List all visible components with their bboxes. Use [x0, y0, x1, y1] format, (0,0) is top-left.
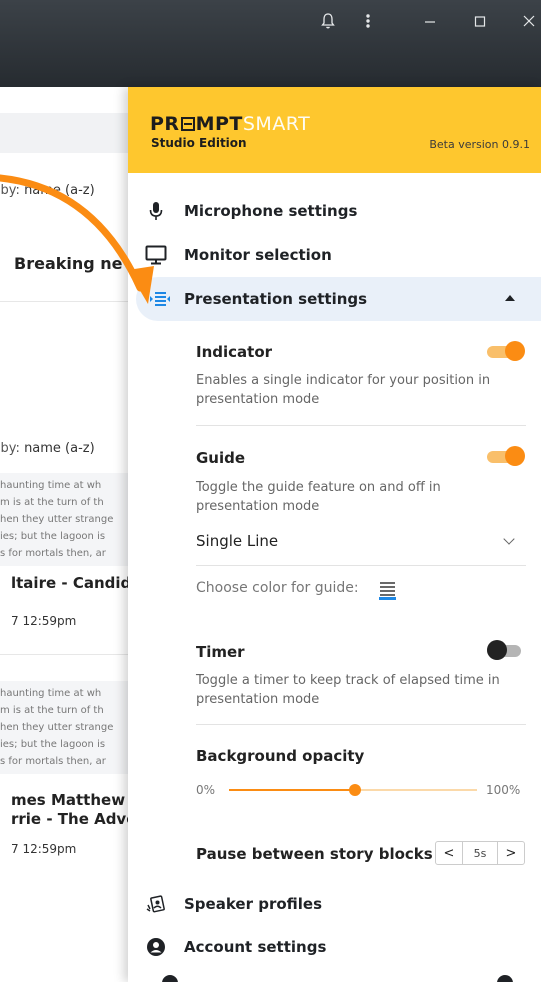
divider — [196, 425, 526, 426]
story-snippet[interactable]: haunting time at wh m is at the turn of … — [0, 473, 130, 566]
collapse-caret-icon[interactable] — [505, 295, 515, 301]
slider-min-label: 0% — [196, 783, 216, 797]
toggle-knob — [505, 341, 525, 361]
edition-label: Studio Edition — [151, 136, 247, 150]
guide-title: Guide — [196, 449, 246, 467]
guide-mode-select[interactable]: Single Line — [196, 532, 278, 550]
stepper-decrement-button[interactable]: < — [436, 842, 462, 864]
slider-thumb[interactable] — [349, 784, 362, 796]
guide-color-picker-icon[interactable] — [379, 580, 396, 600]
sort-label: ort by: — [0, 441, 20, 456]
snippet-line: s for mortals then, ar — [0, 548, 106, 559]
divider — [0, 654, 130, 655]
guide-toggle[interactable] — [487, 446, 525, 466]
account-icon — [128, 937, 184, 957]
guide-color-label: Choose color for guide: — [196, 580, 359, 596]
menu-label: Speaker profiles — [184, 895, 323, 913]
menu-label: Presentation settings — [184, 290, 368, 308]
opacity-slider[interactable] — [229, 784, 477, 796]
timer-toggle[interactable] — [487, 640, 525, 660]
minimize-icon[interactable] — [424, 12, 436, 36]
snippet-line: ies; but the lagoon is — [0, 739, 106, 750]
guide-description: Toggle the guide feature on and off in p… — [196, 480, 441, 514]
settings-panel: PR MPTSMART Studio Edition Beta version 0… — [128, 87, 541, 982]
indicator-description: Enables a single indicator for your posi… — [196, 373, 491, 407]
story-date: 7 12:59pm — [11, 614, 77, 628]
cutoff-icon — [162, 975, 178, 982]
sort-control[interactable]: ort by: name (a-z) — [0, 441, 95, 456]
sort-value: name (a-z) — [24, 441, 95, 456]
snippet-line: hen they utter strange — [0, 514, 114, 525]
menu-label: Microphone settings — [184, 202, 358, 220]
menu-label: Monitor selection — [184, 246, 332, 264]
brand-header: PR MPTSMART Studio Edition Beta version 0… — [128, 87, 541, 173]
close-icon[interactable] — [523, 12, 535, 36]
pause-label: Pause between story blocks — [196, 845, 433, 863]
snippet-line: m is at the turn of th — [0, 497, 104, 508]
opacity-title: Background opacity — [196, 747, 365, 765]
speaker-profile-icon — [128, 894, 184, 914]
stepper-value: 5s — [462, 842, 498, 864]
story-date: 7 12:59pm — [11, 842, 77, 856]
bell-icon[interactable] — [320, 12, 336, 36]
logo-o-glyph — [180, 117, 195, 131]
maximize-icon[interactable] — [474, 12, 486, 36]
version-label: Beta version 0.9.1 — [429, 138, 530, 151]
indicator-title: Indicator — [196, 343, 273, 361]
menu-presentation-settings[interactable]: Presentation settings — [136, 277, 541, 321]
toggle-knob — [505, 446, 525, 466]
menu-monitor-selection[interactable]: Monitor selection — [128, 233, 541, 277]
menu-microphone-settings[interactable]: Microphone settings — [128, 189, 541, 233]
divider — [196, 565, 526, 566]
snippet-line: m is at the turn of th — [0, 705, 104, 716]
snippet-line: haunting time at wh — [0, 688, 102, 699]
snippet-line: haunting time at wh — [0, 480, 102, 491]
story-title[interactable]: rrie - The Adve — [11, 810, 130, 829]
background-search-strip — [0, 113, 130, 153]
chevron-down-icon[interactable] — [503, 533, 515, 545]
snippet-line: ies; but the lagoon is — [0, 531, 106, 542]
story-title[interactable]: ltaire - Candid — [11, 574, 130, 593]
toggle-knob — [487, 640, 507, 660]
indicator-toggle[interactable] — [487, 341, 525, 361]
more-vertical-icon[interactable] — [365, 12, 371, 36]
timer-description: Toggle a timer to keep track of elapsed … — [196, 673, 500, 707]
story-title[interactable]: mes Matthew — [11, 791, 125, 810]
pause-stepper[interactable]: < 5s > — [435, 841, 525, 865]
menu-speaker-profiles[interactable]: Speaker profiles — [128, 882, 541, 926]
cutoff-toggle-icon — [497, 975, 513, 982]
menu-account-settings[interactable]: Account settings — [128, 925, 541, 969]
timer-title: Timer — [196, 643, 245, 661]
window-titlebar — [0, 0, 541, 87]
menu-label: Account settings — [184, 938, 327, 956]
divider — [196, 724, 526, 725]
stepper-increment-button[interactable]: > — [498, 842, 524, 864]
snippet-line: s for mortals then, ar — [0, 756, 106, 767]
logo: PR MPTSMART — [150, 113, 311, 135]
snippet-line: hen they utter strange — [0, 722, 114, 733]
slider-max-label: 100% — [486, 783, 521, 797]
annotation-arrow-icon — [0, 174, 154, 304]
story-snippet[interactable]: haunting time at wh m is at the turn of … — [0, 681, 130, 774]
slider-fill — [229, 789, 356, 791]
